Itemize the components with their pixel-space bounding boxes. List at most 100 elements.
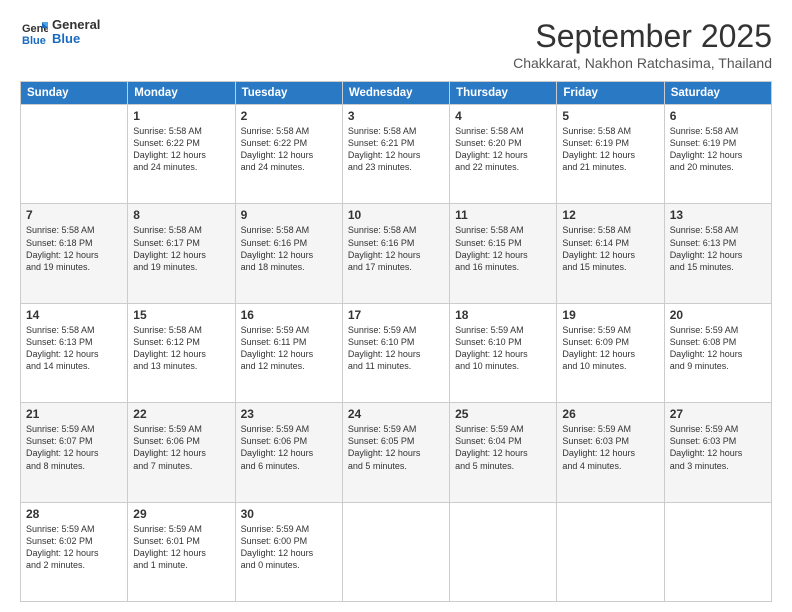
table-row: 3Sunrise: 5:58 AM Sunset: 6:21 PM Daylig… [342,105,449,204]
table-row: 22Sunrise: 5:59 AM Sunset: 6:06 PM Dayli… [128,403,235,502]
calendar-table: Sunday Monday Tuesday Wednesday Thursday… [20,81,772,602]
col-wednesday: Wednesday [342,82,449,105]
day-number: 17 [348,308,444,322]
day-number: 25 [455,407,551,421]
day-info: Sunrise: 5:58 AM Sunset: 6:15 PM Dayligh… [455,224,551,273]
table-row: 2 Sunrise: 5:58 AM Sunset: 6:22 PM Daylig… [235,105,342,204]
day-number: 18 [455,308,551,322]
table-row: 24 Sunrise: 5:59 AM Sunset: 6:05 PM Dayli… [342,403,449,502]
table-row: 28 Sunrise: 5:59 AM Sunset: 6:02 PM Dayli… [21,502,128,601]
table-row: 1 Sunrise: 5:58 AM Sunset: 6:22 PM Daylig… [128,105,235,204]
day-info: Sunrise: 5:59 AM Sunset: 6:04 PM Dayligh… [455,423,551,472]
table-row [21,105,128,204]
day-info: Sunrise: 5:59 AM Sunset: 6:08 PM Dayligh… [670,324,766,373]
table-row: 14 Sunrise: 5:58 AM Sunset: 6:13 PM Dayli… [21,303,128,402]
day-number: 21 [26,407,122,421]
calendar-week-row: 21 Sunrise: 5:59 AM Sunset: 6:07 PM Dayli… [21,403,772,502]
day-info: Sunrise: 5:59 AM Sunset: 6:03 PM Dayligh… [670,423,766,472]
logo: General Blue General Blue [20,18,100,47]
calendar-header-row: Sunday Monday Tuesday Wednesday Thursday… [21,82,772,105]
table-row: 19Sunrise: 5:59 AM Sunset: 6:09 PM Dayli… [557,303,664,402]
table-row [664,502,771,601]
table-row: 16Sunrise: 5:59 AM Sunset: 6:11 PM Dayli… [235,303,342,402]
day-info: Sunrise: 5:58 AM Sunset: 6:22 PM Dayligh… [241,125,337,174]
day-number: 22 [133,407,229,421]
day-number: 12 [562,208,658,222]
day-info: Sunrise: 5:59 AM Sunset: 6:07 PM Dayligh… [26,423,122,472]
table-row: 21 Sunrise: 5:59 AM Sunset: 6:07 PM Dayli… [21,403,128,502]
day-number: 28 [26,507,122,521]
calendar-week-row: 28 Sunrise: 5:59 AM Sunset: 6:02 PM Dayli… [21,502,772,601]
subtitle: Chakkarat, Nakhon Ratchasima, Thailand [513,55,772,71]
day-info: Sunrise: 5:59 AM Sunset: 6:06 PM Dayligh… [241,423,337,472]
day-number: 1 [133,109,229,123]
day-info: Sunrise: 5:59 AM Sunset: 6:05 PM Dayligh… [348,423,444,472]
table-row: 11 Sunrise: 5:58 AM Sunset: 6:15 PM Dayli… [450,204,557,303]
col-friday: Friday [557,82,664,105]
day-info: Sunrise: 5:58 AM Sunset: 6:12 PM Dayligh… [133,324,229,373]
day-number: 19 [562,308,658,322]
table-row: 26 Sunrise: 5:59 AM Sunset: 6:03 PM Dayli… [557,403,664,502]
day-number: 6 [670,109,766,123]
day-number: 27 [670,407,766,421]
day-info: Sunrise: 5:59 AM Sunset: 6:00 PM Dayligh… [241,523,337,572]
title-block: September 2025 Chakkarat, Nakhon Ratchas… [513,18,772,71]
month-title: September 2025 [513,18,772,55]
col-tuesday: Tuesday [235,82,342,105]
day-info: Sunrise: 5:58 AM Sunset: 6:19 PM Dayligh… [562,125,658,174]
col-monday: Monday [128,82,235,105]
calendar-week-row: 1 Sunrise: 5:58 AM Sunset: 6:22 PM Daylig… [21,105,772,204]
table-row: 20Sunrise: 5:59 AM Sunset: 6:08 PM Dayli… [664,303,771,402]
table-row: 30Sunrise: 5:59 AM Sunset: 6:00 PM Dayli… [235,502,342,601]
day-info: Sunrise: 5:59 AM Sunset: 6:02 PM Dayligh… [26,523,122,572]
table-row [557,502,664,601]
svg-text:Blue: Blue [22,35,46,46]
day-info: Sunrise: 5:59 AM Sunset: 6:01 PM Dayligh… [133,523,229,572]
logo-text: General Blue [52,18,100,47]
logo-general-text: General [52,18,100,32]
table-row: 23 Sunrise: 5:59 AM Sunset: 6:06 PM Dayli… [235,403,342,502]
day-info: Sunrise: 5:58 AM Sunset: 6:16 PM Dayligh… [348,224,444,273]
day-info: Sunrise: 5:59 AM Sunset: 6:03 PM Dayligh… [562,423,658,472]
day-number: 14 [26,308,122,322]
day-number: 9 [241,208,337,222]
day-number: 13 [670,208,766,222]
day-number: 23 [241,407,337,421]
table-row: 29 Sunrise: 5:59 AM Sunset: 6:01 PM Dayli… [128,502,235,601]
day-number: 24 [348,407,444,421]
table-row: 5 Sunrise: 5:58 AM Sunset: 6:19 PM Daylig… [557,105,664,204]
col-sunday: Sunday [21,82,128,105]
day-number: 3 [348,109,444,123]
logo-blue-text: Blue [52,32,100,46]
day-info: Sunrise: 5:58 AM Sunset: 6:13 PM Dayligh… [670,224,766,273]
table-row: 8 Sunrise: 5:58 AM Sunset: 6:17 PM Daylig… [128,204,235,303]
table-row: 27 Sunrise: 5:59 AM Sunset: 6:03 PM Dayli… [664,403,771,502]
table-row [342,502,449,601]
day-number: 7 [26,208,122,222]
day-number: 2 [241,109,337,123]
day-number: 26 [562,407,658,421]
day-info: Sunrise: 5:58 AM Sunset: 6:17 PM Dayligh… [133,224,229,273]
day-number: 8 [133,208,229,222]
day-info: Sunrise: 5:58 AM Sunset: 6:22 PM Dayligh… [133,125,229,174]
table-row: 4Sunrise: 5:58 AM Sunset: 6:20 PM Daylig… [450,105,557,204]
table-row: 17 Sunrise: 5:59 AM Sunset: 6:10 PM Dayli… [342,303,449,402]
day-number: 11 [455,208,551,222]
page: General Blue General Blue September 2025… [0,0,792,612]
day-info: Sunrise: 5:59 AM Sunset: 6:10 PM Dayligh… [455,324,551,373]
day-info: Sunrise: 5:58 AM Sunset: 6:20 PM Dayligh… [455,125,551,174]
day-info: Sunrise: 5:58 AM Sunset: 6:16 PM Dayligh… [241,224,337,273]
day-number: 29 [133,507,229,521]
day-info: Sunrise: 5:58 AM Sunset: 6:13 PM Dayligh… [26,324,122,373]
table-row: 15Sunrise: 5:58 AM Sunset: 6:12 PM Dayli… [128,303,235,402]
table-row: 6Sunrise: 5:58 AM Sunset: 6:19 PM Daylig… [664,105,771,204]
calendar-week-row: 7Sunrise: 5:58 AM Sunset: 6:18 PM Daylig… [21,204,772,303]
day-number: 10 [348,208,444,222]
day-info: Sunrise: 5:59 AM Sunset: 6:10 PM Dayligh… [348,324,444,373]
col-thursday: Thursday [450,82,557,105]
logo-icon: General Blue [20,18,48,46]
day-number: 5 [562,109,658,123]
table-row [450,502,557,601]
table-row: 18 Sunrise: 5:59 AM Sunset: 6:10 PM Dayli… [450,303,557,402]
table-row: 13 Sunrise: 5:58 AM Sunset: 6:13 PM Dayli… [664,204,771,303]
